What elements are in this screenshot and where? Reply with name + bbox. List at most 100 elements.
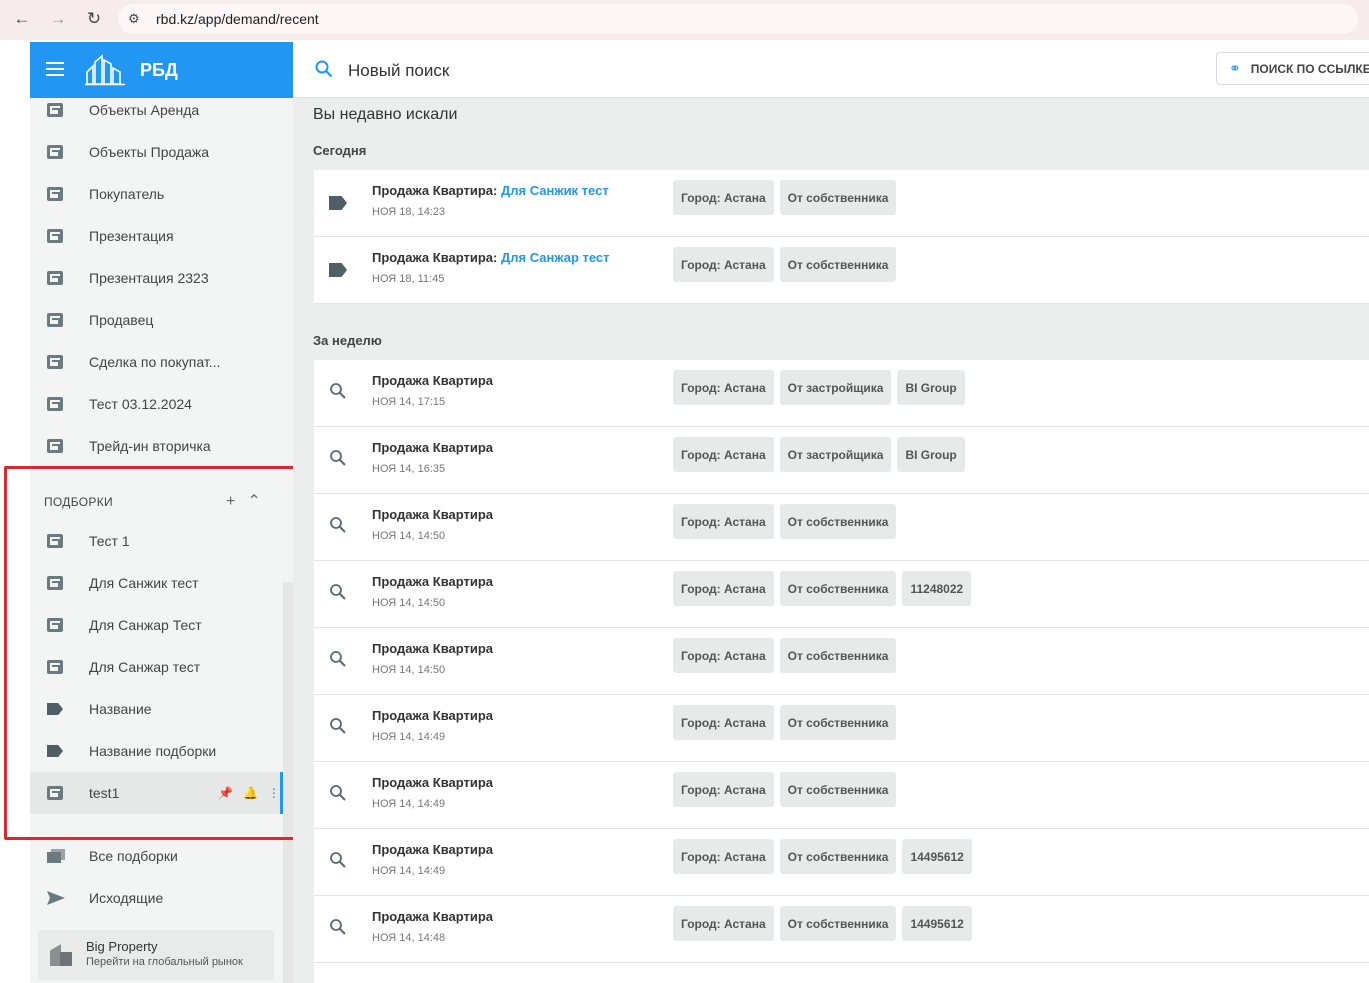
search-icon	[329, 382, 347, 400]
collection-link[interactable]: Для Санжик тест	[501, 183, 609, 198]
search-history-row[interactable]: Продажа Квартира: Для Санжик тест НОЯ 18,…	[314, 170, 1369, 237]
sidebar-item-label: Презентация 2323	[89, 270, 209, 286]
search-icon[interactable]	[315, 60, 333, 78]
filter-chip: Город: Астана	[673, 180, 774, 215]
filter-chip: Город: Астана	[673, 705, 774, 740]
filter-chips: Город: Астана От собственника	[673, 180, 902, 215]
sidebar-item-label: Объекты Аренда	[89, 102, 200, 118]
search-title-text: Продажа Квартира	[372, 775, 494, 790]
stack-icon	[47, 849, 65, 863]
search-history-row[interactable]: Продажа Квартира НОЯ 14, 14:50 Город: Аста…	[314, 561, 1369, 628]
new-search-button[interactable]: Новый поиск	[348, 61, 449, 81]
sidebar-item[interactable]: Тест 03.12.2024	[30, 383, 293, 425]
filter-chips: Город: Астана От собственника	[673, 247, 902, 282]
search-title-text: Продажа Квартира	[372, 440, 494, 455]
today-heading: Сегодня	[313, 143, 367, 158]
week-list: Продажа Квартира НОЯ 14, 17:15 Город: Аста…	[314, 360, 1369, 983]
filter-chip: Город: Астана	[673, 370, 774, 405]
sidebar-item[interactable]: Сделка по покупат...	[30, 341, 293, 383]
search-title: Продажа Квартира	[372, 909, 493, 924]
search-title: Продажа Квартира	[372, 775, 493, 790]
filter-chip: 11248022	[902, 571, 972, 606]
search-date: НОЯ 14, 16:35	[372, 463, 446, 475]
sidebar-item[interactable]: Объекты Продажа	[30, 131, 293, 173]
sidebar-item-label: Продавец	[89, 312, 154, 328]
collection-link[interactable]: Для Санжар тест	[501, 250, 610, 265]
url-text: rbd.kz/app/demand/recent	[156, 11, 319, 27]
search-icon	[329, 851, 347, 869]
document-icon	[47, 187, 63, 201]
search-icon	[329, 583, 347, 601]
address-bar[interactable]: ⚙ rbd.kz/app/demand/recent	[118, 4, 1358, 34]
filter-chips: Город: Астана От собственника 14495612	[673, 906, 978, 941]
highlight-box	[4, 466, 330, 840]
filter-chip: Город: Астана	[673, 247, 774, 282]
search-history-row[interactable]: Продажа Квартира: Для Санжар тест НОЯ 18,…	[314, 237, 1369, 304]
link-search-button[interactable]: ⚭ ПОИСК ПО ССЫЛКЕ	[1216, 52, 1369, 85]
forward-arrow-icon[interactable]: →	[46, 7, 70, 31]
sidebar-item[interactable]: Исходящие	[30, 877, 293, 919]
search-history-row[interactable]: Продажа Квартира НОЯ 14, 14:49 Город: Аста…	[314, 695, 1369, 762]
back-arrow-icon[interactable]: ←	[10, 7, 34, 31]
search-history-row[interactable]: Продажа Квартира НОЯ 14, 16:35 Город: Аста…	[314, 427, 1369, 494]
big-property-title: Big Property	[86, 939, 158, 954]
document-icon	[47, 355, 63, 369]
big-property-card[interactable]: Big Property Перейти на глобальный рынок	[38, 930, 274, 980]
search-history-row[interactable]: Продажа Квартира НОЯ 14, 14:49 Город: Аста…	[314, 762, 1369, 829]
sidebar-item[interactable]: Покупатель	[30, 173, 293, 215]
document-icon	[47, 313, 63, 327]
sidebar-item[interactable]: Все подборки	[30, 835, 293, 877]
site-settings-icon[interactable]: ⚙	[128, 11, 144, 27]
search-title: Продажа Квартира	[372, 507, 493, 522]
filter-chip: От застройщика	[779, 437, 892, 472]
sidebar-item[interactable]: Объекты Аренда	[30, 89, 293, 131]
today-list: Продажа Квартира: Для Санжик тест НОЯ 18,…	[314, 170, 1369, 304]
link-search-label: ПОИСК ПО ССЫЛКЕ	[1250, 61, 1369, 76]
filter-chip: От собственника	[779, 705, 897, 740]
sidebar-item[interactable]: Продавец	[30, 299, 293, 341]
search-history-row[interactable]: Продажа Квартира НОЯ 14, 14:50 Город: Аста…	[314, 628, 1369, 695]
filter-chips: Город: Астана От собственника	[673, 504, 902, 539]
search-date: НОЯ 18, 11:45	[372, 273, 445, 285]
search-date: НОЯ 14, 14:49	[372, 731, 446, 743]
reload-icon[interactable]: ↻	[82, 7, 106, 31]
document-icon	[47, 439, 63, 453]
menu-icon[interactable]	[46, 62, 64, 76]
search-history-row[interactable]: Продажа Квартира НОЯ 14, 14:50 Город: Аста…	[314, 494, 1369, 561]
filter-chip: Город: Астана	[673, 839, 774, 874]
search-history-row[interactable]: Продажа Квартира НОЯ 14, 14:49 Город: Аста…	[314, 829, 1369, 896]
search-title: Продажа Квартира	[372, 708, 493, 723]
filter-chip: BI Group	[897, 370, 965, 405]
sidebar-item-label: Трейд-ин вторичка	[89, 438, 211, 454]
search-history-row[interactable]: Продажа Квартира НОЯ 14, 14:48 Город: Аста…	[314, 896, 1369, 963]
page-title: Вы недавно искали	[313, 106, 458, 123]
filter-chip: От собственника	[779, 906, 897, 941]
search-title: Продажа Квартира	[372, 440, 493, 455]
filter-chip: От собственника	[779, 638, 897, 673]
filter-chip: От застройщика	[779, 370, 892, 405]
building-icon-part	[60, 952, 72, 966]
filter-chip: От собственника	[779, 839, 897, 874]
filter-chip: Город: Астана	[673, 504, 774, 539]
search-title: Продажа Квартира	[372, 842, 493, 857]
search-date: НОЯ 14, 14:50	[372, 664, 446, 676]
search-title-text: Продажа Квартира	[372, 909, 494, 924]
sidebar-item[interactable]: Презентация 2323	[30, 257, 293, 299]
sidebar-item-label: Объекты Продажа	[89, 144, 210, 160]
sidebar-item[interactable]: Презентация	[30, 215, 293, 257]
filter-chip: 14495612	[902, 839, 972, 874]
big-property-subtitle: Перейти на глобальный рынок	[86, 956, 243, 968]
search-history-row[interactable]: Продажа Квартира НОЯ 14, 17:15 Город: Аста…	[314, 360, 1369, 427]
sidebar-item[interactable]: Трейд-ин вторичка	[30, 425, 293, 467]
search-title: Продажа Квартира	[372, 574, 493, 589]
filter-chips: Город: Астана От застройщика BI Group	[673, 370, 971, 405]
filter-chip: Город: Астана	[673, 772, 774, 807]
search-date: НОЯ 14, 14:49	[372, 865, 446, 877]
search-title: Продажа Квартира	[372, 373, 493, 388]
sidebar-item-label: Тест 03.12.2024	[89, 396, 192, 412]
search-title-text: Продажа Квартира	[372, 507, 494, 522]
brand-name: РБД	[140, 60, 178, 80]
filter-chip: 14495612	[902, 906, 972, 941]
filter-chip: BI Group	[897, 437, 965, 472]
sidebar-item-label: Сделка по покупат...	[89, 354, 221, 370]
